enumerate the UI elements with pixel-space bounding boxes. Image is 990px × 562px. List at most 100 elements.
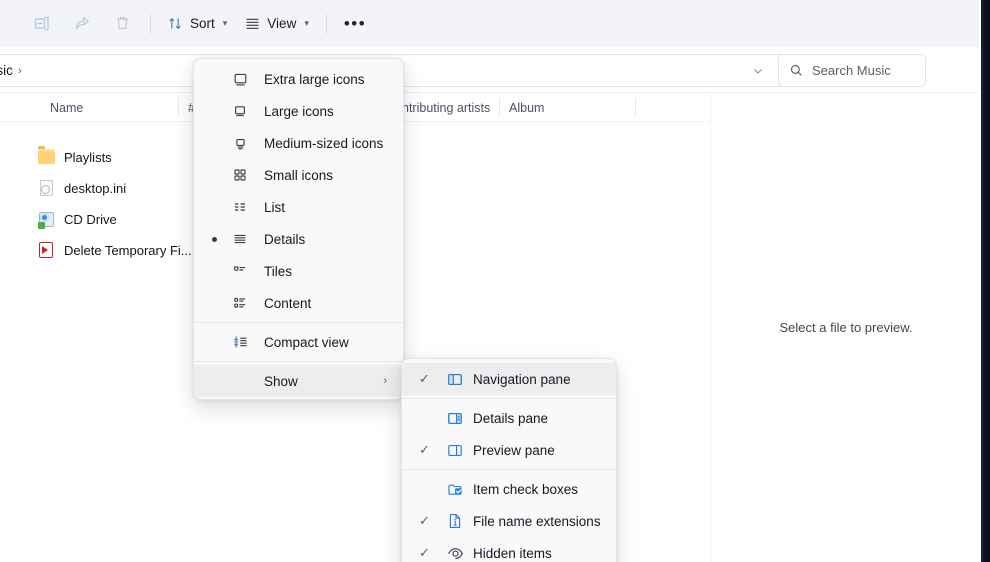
column-header-album[interactable]: Album [509,101,544,115]
sort-icon [168,16,183,31]
ini-file-icon [38,179,55,197]
breadcrumb-separator-trail[interactable]: › [18,65,22,77]
column-header-contributing-artists[interactable]: ntributing artists [402,101,490,115]
window-border-right [981,0,990,562]
file-name: CD Drive [64,211,117,227]
preview-pane: Select a file to preview. [710,93,981,562]
submenu-divider [402,398,616,399]
selected-radio-dot [212,236,217,242]
table-row[interactable]: CD Drive [38,206,117,232]
folder-icon [38,149,55,166]
menu-item-large-icons[interactable]: Large icons [194,95,403,127]
menu-item-list[interactable]: List [194,191,403,223]
table-row[interactable]: Playlists [38,144,112,170]
submenu-item-preview-pane[interactable]: ✓ Preview pane [402,434,616,466]
search-placeholder: Search Music [812,63,891,78]
preview-pane-icon [446,441,464,459]
menu-item-details[interactable]: Details [194,223,403,255]
navigation-pane-icon [446,370,464,388]
rename-icon [34,15,51,32]
submenu-item-hidden-items[interactable]: ✓ Hidden items [402,537,616,562]
submenu-item-label: Navigation pane [473,371,571,387]
file-name: desktop.ini [64,180,127,196]
chevron-down-icon: ▾ [222,18,228,28]
view-menu: Extra large icons Large icons Medium-siz… [193,58,404,400]
large-icons-icon [231,102,249,120]
menu-item-label: Compact view [264,334,349,350]
media-file-icon [38,241,55,259]
check-icon: ✓ [419,545,430,560]
file-explorer-window: Sort ▾ View ▾ ••• › Music › [0,0,990,562]
submenu-item-label: File name extensions [473,513,601,529]
column-divider-3[interactable] [635,98,636,117]
menu-item-medium-sized-icons[interactable]: Medium-sized icons [194,127,403,159]
column-header-name[interactable]: Name [50,101,83,115]
submenu-item-label: Item check boxes [473,481,579,497]
submenu-item-label: Details pane [473,410,549,426]
show-submenu: ✓ Navigation pane Details pane ✓ Preview… [401,358,617,562]
search-icon [790,64,803,77]
menu-divider [194,361,403,362]
cd-drive-icon [38,211,55,228]
medium-icons-icon [231,134,249,152]
submenu-divider [402,469,616,470]
menu-item-compact-view[interactable]: Compact view [194,326,403,358]
submenu-item-item-check-boxes[interactable]: Item check boxes [402,473,616,505]
column-divider-1[interactable] [178,98,179,117]
toolbar-divider-1 [150,13,151,34]
menu-item-label: Content [264,295,312,311]
share-icon [74,15,91,32]
menu-item-small-icons[interactable]: Small icons [194,159,403,191]
trash-icon [114,15,131,32]
list-view-icon [231,198,249,216]
command-toolbar: Sort ▾ View ▾ ••• [0,0,981,47]
hidden-items-icon [446,544,464,562]
view-icon [245,16,260,31]
item-check-boxes-icon [446,480,464,498]
menu-item-content[interactable]: Content [194,287,403,319]
see-more-button[interactable]: ••• [335,8,375,40]
file-name-extensions-icon [446,512,464,530]
menu-item-label: Tiles [264,263,293,279]
address-history-dropdown[interactable] [744,58,772,84]
submenu-item-label: Hidden items [473,545,552,561]
check-icon: ✓ [419,513,430,528]
extra-large-icons-icon [231,70,249,88]
menu-item-label: List [264,199,286,215]
menu-item-label: Medium-sized icons [264,135,384,151]
file-name: Playlists [64,149,112,165]
submenu-item-file-name-extensions[interactable]: ✓ File name extensions [402,505,616,537]
view-button[interactable]: View ▾ [236,8,318,40]
table-row[interactable]: desktop.ini [38,175,126,201]
breadcrumb-music[interactable]: Music [0,63,13,78]
details-pane-icon [446,409,464,427]
menu-divider [194,322,403,323]
menu-item-extra-large-icons[interactable]: Extra large icons [194,63,403,95]
view-label: View [267,16,297,31]
check-icon: ✓ [419,371,430,386]
check-icon: ✓ [419,442,430,457]
table-row[interactable]: Delete Temporary Fi... [38,237,192,263]
menu-item-label: Extra large icons [264,71,365,87]
address-bar-row: › Music › [0,47,981,93]
small-icons-icon [231,166,249,184]
rename-button[interactable] [22,8,62,40]
submenu-item-label: Preview pane [473,442,555,458]
menu-item-label: Small icons [264,167,334,183]
share-button[interactable] [62,8,102,40]
menu-item-show[interactable]: Show › [194,365,403,397]
address-bar[interactable]: › Music › [0,54,813,87]
file-name: Delete Temporary Fi... [64,242,192,258]
menu-item-label: Details [264,231,306,247]
delete-button[interactable] [102,8,142,40]
submenu-item-details-pane[interactable]: Details pane [402,402,616,434]
chevron-right-icon: › [383,375,387,387]
submenu-item-navigation-pane[interactable]: ✓ Navigation pane [402,363,616,395]
search-box[interactable]: Search Music [778,54,926,87]
sort-label: Sort [190,16,215,31]
sort-button[interactable]: Sort ▾ [159,8,236,40]
compact-view-icon [231,333,249,351]
menu-item-label: Show [264,373,298,389]
menu-item-tiles[interactable]: Tiles [194,255,403,287]
column-divider-2[interactable] [499,98,500,117]
